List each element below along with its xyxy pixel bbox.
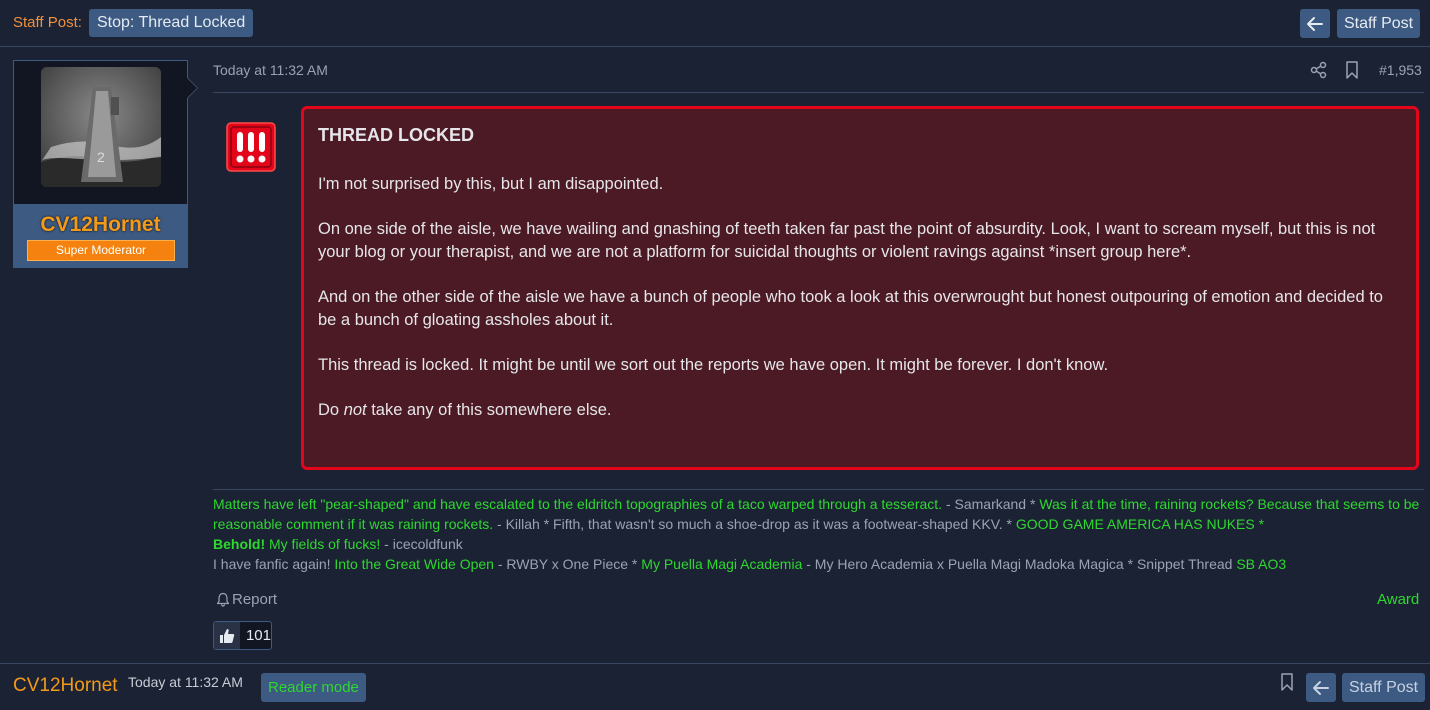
top-bar: Staff Post: Stop: Thread Locked Staff Po…: [0, 0, 1430, 47]
sig-quote-1: Matters have left "pear-shaped" and have…: [213, 496, 943, 512]
notice-paragraph-3: And on the other side of the aisle we ha…: [318, 288, 1383, 329]
arrow-left-icon: [1313, 680, 1329, 695]
fanfic-link-1[interactable]: Into the Great Wide Open: [334, 556, 494, 572]
notice-paragraph-5: Do not take any of this somewhere else.: [318, 399, 1402, 422]
bell-icon: [216, 592, 230, 607]
reaction-summary[interactable]: 101: [213, 621, 272, 650]
thread-locked-tag[interactable]: Stop: Thread Locked: [89, 9, 254, 37]
notice-paragraph-4: This thread is locked. It might be until…: [318, 356, 1109, 374]
report-label: Report: [232, 591, 278, 608]
header-divider: [213, 92, 1424, 93]
signature-divider: [213, 489, 1424, 490]
bottom-time: Today at 11:32 AM: [128, 674, 243, 690]
arrow-left-icon: [1307, 16, 1323, 31]
p5-text-a: Do: [318, 401, 344, 419]
p5-text-b: take any of this somewhere else.: [366, 401, 612, 419]
aircraft-carrier-photo: 2: [41, 67, 161, 187]
sig-attrib-4: - icecoldfunk: [380, 536, 463, 552]
sig-attrib-2: - Killah * Fifth, that wasn't so much a …: [493, 516, 1016, 532]
notice-title: THREAD LOCKED: [318, 125, 474, 145]
reaction-count: 101: [245, 627, 271, 644]
avatar[interactable]: 2: [41, 67, 161, 187]
award-link[interactable]: Award: [1377, 591, 1419, 608]
bottom-username[interactable]: CV12Hornet: [13, 675, 118, 697]
sig-attrib-1: - Samarkand *: [942, 496, 1040, 512]
role-badge: Super Moderator: [27, 240, 175, 261]
p5-emphasis: not: [343, 401, 367, 419]
card-arrow-inner: [187, 78, 197, 98]
back-button[interactable]: [1300, 9, 1330, 38]
thread-locked-notice: THREAD LOCKED I'm not surprised by this,…: [301, 106, 1419, 470]
sig-line3-text-a: I have fanfic again!: [213, 556, 335, 572]
signature: Matters have left "pear-shaped" and have…: [213, 494, 1423, 574]
thumbs-up-icon: [214, 622, 240, 649]
bookmark-icon[interactable]: [1345, 61, 1359, 79]
share-icon[interactable]: [1310, 61, 1328, 79]
sig-line3-text-c: - My Hero Academia x Puella Magi Madoka …: [802, 556, 1237, 572]
report-button[interactable]: Report: [216, 591, 277, 608]
sig-quote-4: My fields of fucks!: [265, 536, 381, 552]
staff-post-label: Staff Post:: [13, 14, 82, 31]
username[interactable]: CV12Hornet: [14, 213, 187, 237]
bookmark-icon[interactable]: [1280, 673, 1294, 691]
ao3-link[interactable]: AO3: [1258, 556, 1286, 572]
fanfic-link-2[interactable]: My Puella Magi Academia: [641, 556, 802, 572]
svg-text:2: 2: [97, 149, 105, 165]
reader-mode-button[interactable]: Reader mode: [261, 673, 366, 702]
notice-paragraph-1: I'm not surprised by this, but I am disa…: [318, 175, 664, 193]
post-time[interactable]: Today at 11:32 AM: [213, 62, 328, 78]
sig-quote-4-bold: Behold!: [213, 536, 266, 552]
sig-line3-text-b: - RWBY x One Piece *: [493, 556, 642, 572]
triple-exclamation-alert-icon: [226, 122, 276, 172]
notice-paragraph-2: On one side of the aisle, we have wailin…: [318, 220, 1376, 261]
bottom-back-button[interactable]: [1306, 673, 1336, 702]
user-card: 2 CV12Hornet Super Moderator: [13, 60, 188, 268]
sig-quote-3: GOOD GAME AMERICA HAS NUKES *: [1015, 516, 1265, 532]
post-number[interactable]: #1,953: [1379, 62, 1422, 78]
bottom-bar: CV12Hornet Today at 11:32 AM Reader mode…: [0, 663, 1430, 710]
user-info-panel: CV12Hornet Super Moderator: [14, 204, 187, 268]
bottom-staff-post-button[interactable]: Staff Post: [1342, 673, 1426, 702]
sb-link[interactable]: SB: [1236, 556, 1255, 572]
staff-post-button[interactable]: Staff Post: [1337, 9, 1421, 38]
